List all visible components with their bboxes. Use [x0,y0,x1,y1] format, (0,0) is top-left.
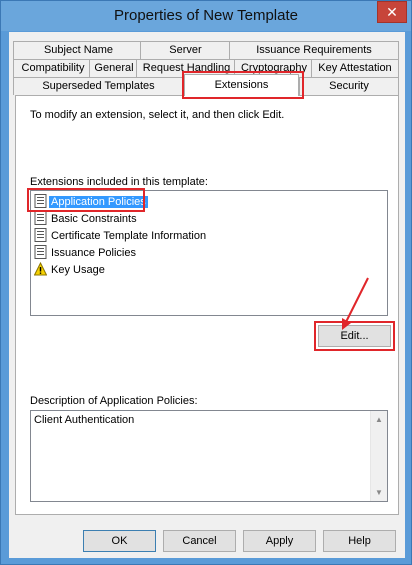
description-text: Client Authentication [34,414,135,426]
instruction-text: To modify an extension, select it, and t… [30,109,285,121]
window-title: Properties of New Template [114,7,298,24]
close-button[interactable]: ✕ [377,1,407,23]
tab-server[interactable]: Server [140,41,231,59]
extension-label: Key Usage [51,264,105,276]
extension-doc-icon [34,211,47,225]
extension-doc-icon [34,228,47,242]
description-scrollbar[interactable]: ▲ ▼ [370,411,387,501]
extension-label: Certificate Template Information [51,230,207,242]
tab-key-attestation[interactable]: Key Attestation [311,59,399,77]
extension-label: Basic Constraints [51,213,137,225]
title-bar[interactable]: Properties of New Template ✕ [1,1,411,31]
scroll-up-icon[interactable]: ▲ [371,411,387,428]
properties-dialog: Properties of New Template ✕ Subject Nam… [0,0,412,565]
cancel-button[interactable]: Cancel [163,530,236,552]
list-item[interactable]: Basic Constraints [34,211,139,227]
tab-compatibility[interactable]: Compatibility [13,59,93,77]
description-textbox[interactable]: Client Authentication ▲ ▼ [30,410,388,502]
extension-label: Issuance Policies [51,247,136,259]
dialog-client-area: Subject Name Server Issuance Requirement… [9,32,405,558]
list-item[interactable]: Issuance Policies [34,245,138,261]
extension-label: Application Policies [49,196,148,208]
tab-security[interactable]: Security [299,77,399,95]
extensions-panel: To modify an extension, select it, and t… [15,95,399,515]
extension-doc-icon [34,194,47,208]
scroll-down-icon[interactable]: ▼ [371,484,387,501]
tab-extensions[interactable]: Extensions [184,74,299,96]
help-button[interactable]: Help [323,530,396,552]
ok-button[interactable]: OK [83,530,156,552]
list-item[interactable]: Application Policies [34,194,148,210]
annotation-arrow-icon [342,277,369,330]
warning-icon [33,261,48,276]
extension-doc-icon [34,245,47,259]
tab-subject-name[interactable]: Subject Name [13,41,144,59]
tab-superseded-templates[interactable]: Superseded Templates [13,77,184,95]
apply-button[interactable]: Apply [243,530,316,552]
extensions-list-label: Extensions included in this template: [30,176,208,188]
tab-issuance-requirements[interactable]: Issuance Requirements [229,41,399,59]
extensions-listbox[interactable]: Application Policies Basic Constraints C… [30,190,388,316]
description-label: Description of Application Policies: [30,395,198,407]
list-item[interactable]: Certificate Template Information [34,228,208,244]
list-item[interactable]: Key Usage [33,261,107,278]
close-icon: ✕ [386,4,398,20]
tab-general[interactable]: General [89,59,139,77]
